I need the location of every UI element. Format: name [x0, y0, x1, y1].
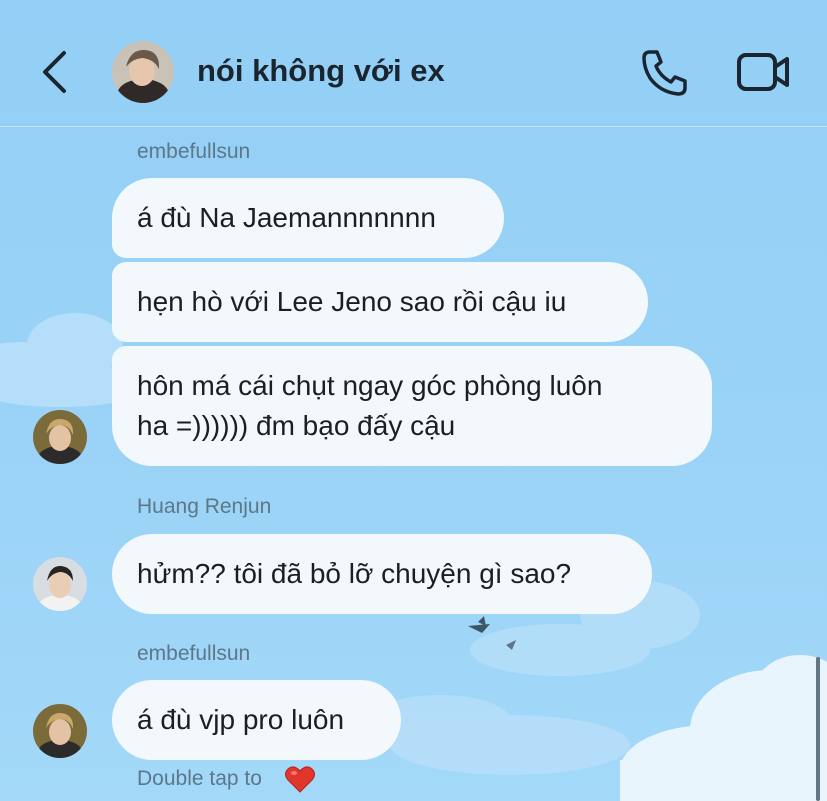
sender-name: embefullsun	[137, 642, 251, 665]
message-text: ha =)))))) đm bạo đấy cậu	[137, 410, 456, 441]
sender-avatar[interactable]	[33, 410, 87, 464]
video-camera-icon	[737, 53, 789, 91]
message-text: hẹn hò với Lee Jeno sao rồi cậu iu	[137, 286, 567, 317]
sender-name: embefullsun	[137, 140, 251, 163]
message-text: hửm?? tôi đã bỏ lỡ chuyện gì sao?	[137, 558, 572, 589]
message-bubble[interactable]: á đù Na Jaemannnnnnn	[112, 178, 504, 258]
voice-call-button[interactable]	[640, 48, 690, 98]
red-heart-icon[interactable]	[285, 765, 315, 793]
back-button[interactable]	[38, 50, 72, 94]
chat-header: nói không với ex	[0, 0, 827, 127]
chevron-left-icon	[43, 51, 66, 93]
message-text: á đù Na Jaemannnnnnn	[137, 202, 436, 233]
avatar-image	[112, 41, 174, 103]
message-text: hôn má cái chụt ngay góc phòng luôn	[137, 370, 603, 401]
message-bubble[interactable]: hôn má cái chụt ngay góc phòng luôn ha =…	[112, 346, 712, 466]
sender-avatar[interactable]	[33, 704, 87, 758]
chat-title[interactable]: nói không với ex	[197, 53, 445, 89]
scrollbar[interactable]	[816, 657, 820, 801]
group-avatar[interactable]	[112, 41, 174, 103]
phone-icon	[642, 50, 687, 96]
message-bubble[interactable]: á đù vjp pro luôn	[112, 680, 401, 760]
message-text: á đù vjp pro luôn	[137, 704, 345, 735]
message-bubble[interactable]: hẹn hò với Lee Jeno sao rồi cậu iu	[112, 262, 648, 342]
video-call-button[interactable]	[736, 50, 790, 94]
avatar-image	[33, 557, 87, 611]
double-tap-hint: Double tap to	[137, 767, 262, 790]
avatar-image	[33, 410, 87, 464]
avatar-image	[33, 704, 87, 758]
message-bubble[interactable]: hửm?? tôi đã bỏ lỡ chuyện gì sao?	[112, 534, 652, 614]
sender-avatar[interactable]	[33, 557, 87, 611]
sender-name: Huang Renjun	[137, 495, 272, 518]
